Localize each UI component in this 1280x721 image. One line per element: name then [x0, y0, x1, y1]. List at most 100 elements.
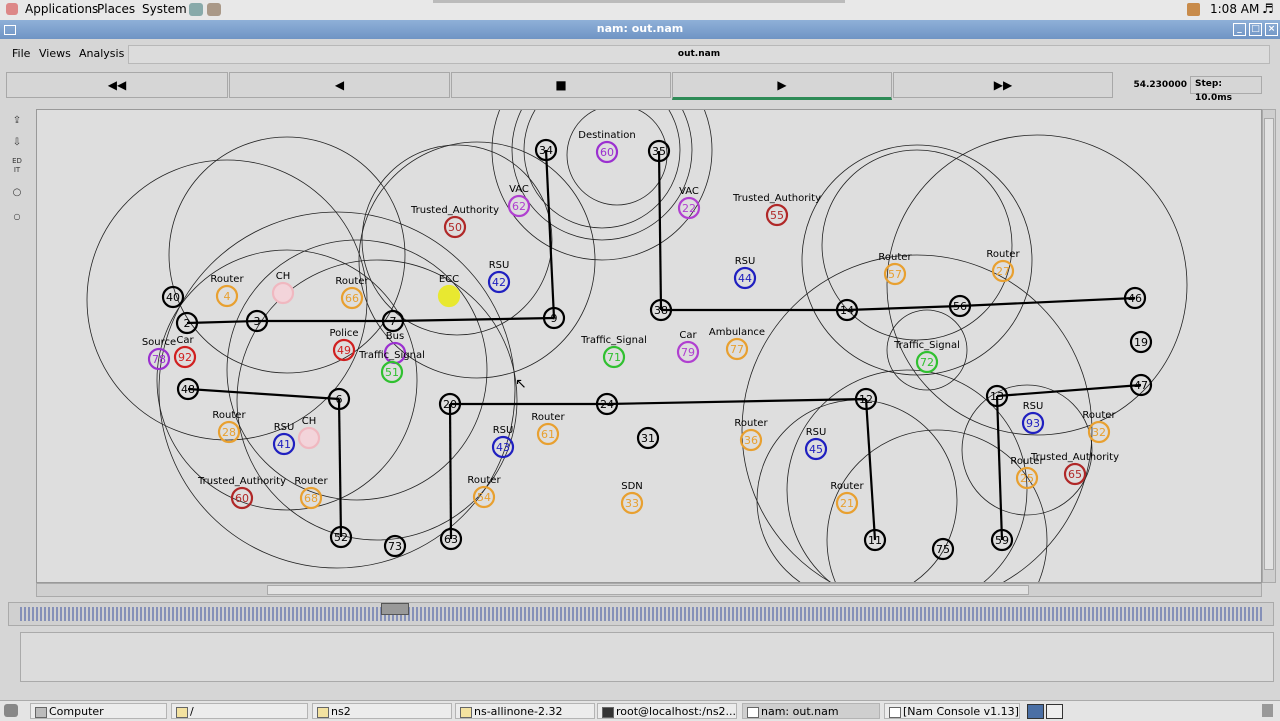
system-menu[interactable]: System: [142, 2, 187, 16]
minimize-button[interactable]: _: [1233, 23, 1246, 36]
node-49[interactable]: 49 Police: [330, 328, 359, 362]
foot-icon[interactable]: [6, 3, 18, 15]
task-terminal[interactable]: root@localhost:/ns2....: [597, 703, 737, 719]
node-28[interactable]: 28 Router: [212, 410, 246, 444]
node-41[interactable]: 41 RSU: [272, 422, 296, 456]
node-4[interactable]: 4 Router: [210, 274, 244, 308]
task-nam-console[interactable]: [Nam Console v1.13]: [884, 703, 1020, 719]
maximize-button[interactable]: □: [1249, 23, 1262, 36]
task-ns-allinone[interactable]: ns-allinone-2.32: [455, 703, 595, 719]
task-nam[interactable]: nam: out.nam: [742, 703, 880, 719]
zoom-in-icon[interactable]: ⇪: [8, 112, 26, 130]
node-72[interactable]: 72 Traffic_Signal: [893, 340, 960, 374]
node-id: 43: [496, 441, 510, 454]
step-slider[interactable]: Step: 10.0ms: [1190, 76, 1262, 103]
node-77[interactable]: 77 Ambulance: [709, 327, 765, 361]
node-43[interactable]: 43 RSU: [491, 425, 515, 459]
node-93[interactable]: 93 RSU: [1021, 401, 1045, 435]
play-button[interactable]: ▶: [672, 72, 892, 100]
node-31[interactable]: 31: [636, 426, 660, 450]
node-50[interactable]: 50 Trusted_Authority: [410, 205, 499, 239]
node-60[interactable]: 60 Trusted_Authority: [197, 476, 286, 510]
node-47[interactable]: 47: [1129, 373, 1153, 397]
node-19[interactable]: 19: [1129, 330, 1153, 354]
node-x59[interactable]: CH: [297, 416, 321, 450]
node-68[interactable]: 68 Router: [294, 476, 328, 510]
node-42[interactable]: 42 RSU: [487, 260, 511, 294]
window-title-bar[interactable]: nam: out.nam _ □ ×: [0, 20, 1280, 39]
rewind-button[interactable]: ◀◀: [6, 72, 228, 98]
task-root-folder[interactable]: /: [171, 703, 308, 719]
hscroll-thumb[interactable]: [267, 585, 1029, 595]
node-id: 7: [390, 315, 397, 328]
close-button[interactable]: ×: [1265, 23, 1278, 36]
show-desktop-icon[interactable]: [4, 704, 18, 717]
node-78[interactable]: 78 Source: [142, 337, 176, 371]
workspace-1[interactable]: [1027, 704, 1044, 719]
settings-icon[interactable]: [207, 3, 221, 16]
applications-menu[interactable]: Applications: [25, 2, 98, 16]
update-icon[interactable]: [1187, 3, 1200, 16]
task-computer[interactable]: Computer: [30, 703, 167, 719]
network-canvas[interactable]: 40 2 4 Router 3 CH 66 Router 7 49 Police Bus 51 Traff…: [36, 109, 1262, 583]
volume-icon[interactable]: ♬: [1262, 2, 1274, 17]
node-label: Traffic_Signal: [358, 350, 425, 361]
workspace-2[interactable]: [1046, 704, 1063, 719]
node-id: 24: [600, 398, 614, 411]
node-36[interactable]: 36 Router: [734, 418, 768, 452]
window-icon: [889, 707, 901, 718]
views-menu[interactable]: Views: [39, 47, 71, 60]
node-circle[interactable]: [297, 426, 321, 450]
analysis-menu[interactable]: Analysis: [79, 47, 124, 60]
node-51[interactable]: 51 Traffic_Signal: [358, 350, 425, 384]
timeline-thumb[interactable]: [381, 603, 409, 615]
node-75[interactable]: 75: [931, 537, 955, 561]
node-62[interactable]: 62 VAC: [507, 184, 531, 218]
task-ns2[interactable]: ns2: [312, 703, 452, 719]
horizontal-scrollbar[interactable]: [36, 583, 1262, 597]
node-id: 92: [178, 351, 192, 364]
node-60[interactable]: 60 Destination: [578, 130, 636, 164]
node-22[interactable]: 22 VAC: [677, 186, 701, 220]
small-circle-tool-icon[interactable]: ○: [8, 208, 26, 226]
fast-forward-button[interactable]: ▶▶: [893, 72, 1113, 98]
node-circle[interactable]: [271, 281, 295, 305]
node-label: Traffic_Signal: [893, 340, 960, 351]
top-panel: Applications Places System 1:08 AM ♬: [0, 0, 1280, 21]
node-46[interactable]: 46: [1123, 286, 1147, 310]
node-61[interactable]: 61 Router: [531, 412, 565, 446]
node-57[interactable]: 57 Router: [878, 252, 912, 286]
node-x12[interactable]: ECC: [437, 274, 461, 308]
annotation-panel[interactable]: [20, 632, 1274, 682]
file-menu[interactable]: File: [12, 47, 30, 60]
node-label: Source: [142, 337, 176, 348]
node-92[interactable]: 92 Car: [173, 335, 197, 369]
node-45[interactable]: 45 RSU: [804, 427, 828, 461]
node-x4[interactable]: CH: [271, 271, 295, 305]
vscroll-thumb[interactable]: [1264, 118, 1274, 570]
node-66[interactable]: 66 Router: [335, 276, 369, 310]
node-33[interactable]: 33 SDN: [620, 481, 644, 515]
step-back-button[interactable]: ◀: [229, 72, 450, 98]
stop-button[interactable]: ■: [451, 72, 671, 98]
node-65[interactable]: 65 Trusted_Authority: [1030, 452, 1119, 486]
node-label: Trusted_Authority: [410, 205, 499, 216]
node-44[interactable]: 44 RSU: [733, 256, 757, 290]
node-55[interactable]: 55 Trusted_Authority: [732, 193, 821, 227]
zoom-out-icon[interactable]: ⇩: [8, 134, 26, 152]
circle-tool-icon[interactable]: ○: [8, 184, 26, 202]
link-6-52: [337, 398, 343, 538]
vertical-scrollbar[interactable]: [1262, 109, 1276, 583]
node-79[interactable]: 79 Car: [676, 330, 700, 364]
node-27[interactable]: 27 Router: [986, 249, 1020, 283]
network-graph[interactable]: 4024Router3CH66Router749Police Bus51Traff…: [37, 110, 1261, 582]
edit-icon[interactable]: ED IT: [8, 157, 26, 175]
node-71[interactable]: 71 Traffic_Signal: [580, 335, 647, 369]
places-menu[interactable]: Places: [97, 2, 135, 16]
mail-icon[interactable]: [189, 3, 203, 16]
node-40[interactable]: 40: [161, 285, 185, 309]
trash-icon[interactable]: [1262, 704, 1273, 717]
clock[interactable]: 1:08 AM: [1210, 2, 1259, 16]
timeline-slider[interactable]: [8, 602, 1274, 626]
node-circle[interactable]: [437, 284, 461, 308]
